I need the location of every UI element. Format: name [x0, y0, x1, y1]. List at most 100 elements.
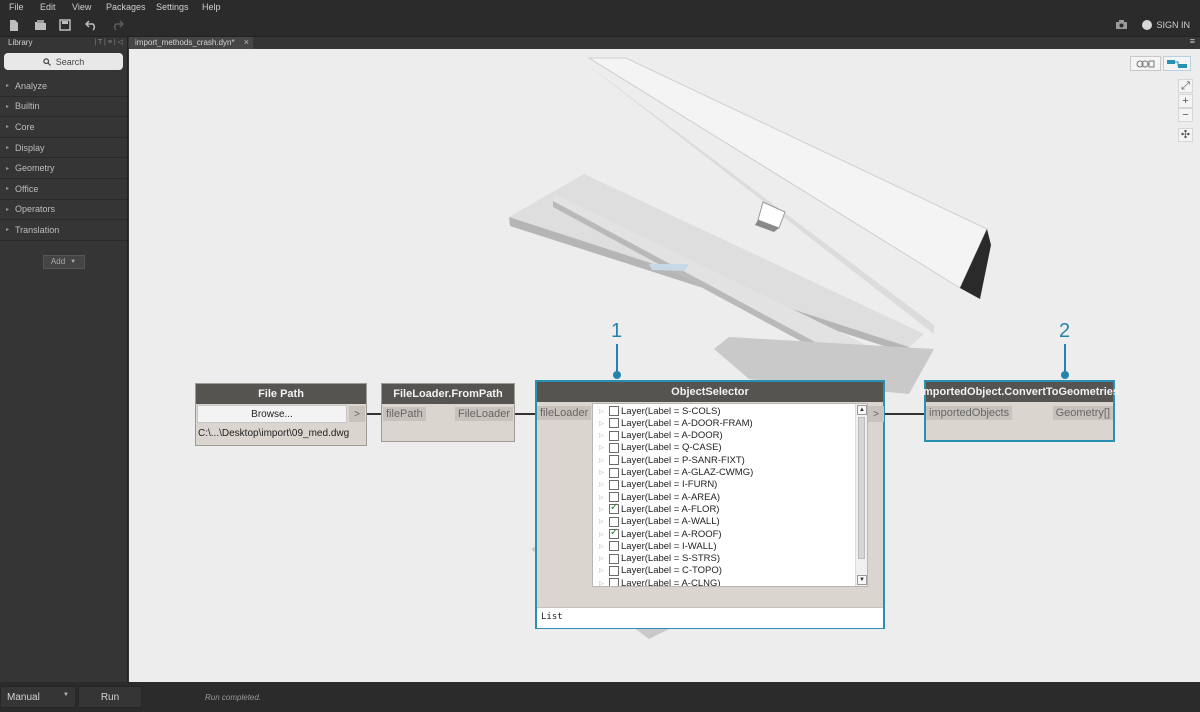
camera-icon[interactable] — [1114, 19, 1128, 33]
node-view-toggle[interactable] — [1163, 56, 1191, 71]
scroll-thumb[interactable] — [858, 417, 865, 559]
sign-in-button[interactable]: SIGN IN — [1142, 20, 1190, 30]
library-category-operators[interactable]: ▸ Operators — [0, 200, 127, 221]
browse-button[interactable]: Browse... — [197, 405, 347, 423]
layer-checkbox[interactable] — [609, 516, 619, 527]
output-port-geometry[interactable]: Geometry[] — [1052, 406, 1113, 420]
input-port-importedobjects[interactable]: importedObjects — [926, 406, 1013, 420]
layer-checkbox[interactable] — [609, 406, 619, 416]
undo-icon[interactable] — [84, 19, 98, 33]
expand-arrow-icon[interactable]: ▷ — [599, 481, 609, 488]
layer-list-item[interactable]: ▷ Layer(Label = S-STRS) — [599, 553, 720, 565]
library-search-input[interactable]: Search — [4, 53, 123, 70]
expand-arrow-icon[interactable]: ▷ — [599, 543, 609, 550]
node-fileloader-frompath[interactable]: FileLoader.FromPath filePath FileLoader — [381, 383, 515, 442]
expand-arrow-icon[interactable]: ▷ — [599, 555, 609, 562]
expand-arrow-icon[interactable]: ▷ — [599, 408, 609, 415]
zoom-to-fit-icon[interactable]: ⤢ — [1178, 79, 1193, 93]
output-port[interactable]: > — [349, 406, 365, 422]
scroll-up-icon[interactable]: ▲ — [857, 405, 867, 415]
layer-checkbox[interactable] — [609, 527, 619, 539]
layer-checkbox[interactable] — [609, 492, 619, 503]
layer-list-item[interactable]: ▷ Layer(Label = P-SANR-FIXT) — [599, 454, 745, 466]
layer-list-item[interactable]: ▷ Layer(Label = C-TOPO) — [599, 565, 722, 577]
pan-icon[interactable]: ✣ — [1178, 128, 1193, 142]
layer-checkbox[interactable] — [609, 442, 619, 453]
new-file-icon[interactable] — [7, 19, 21, 33]
expand-arrow-icon[interactable]: ▷ — [599, 531, 609, 538]
library-layout-icon[interactable]: | T | ≡ | ◁ — [94, 38, 123, 46]
node-file-path[interactable]: File Path Browse... > C:\...\Desktop\imp… — [195, 383, 367, 446]
layer-checkbox[interactable] — [609, 455, 619, 466]
expand-arrow-icon[interactable]: ▷ — [599, 580, 609, 586]
library-category-geometry[interactable]: ▸ Geometry — [0, 158, 127, 179]
layer-listbox[interactable]: ▷ Layer(Label = S-COLS) ▷ Layer(Label = A-D… — [592, 403, 868, 587]
expand-arrow-icon[interactable]: ▷ — [599, 469, 609, 476]
redo-icon[interactable] — [110, 19, 124, 33]
layer-list-item[interactable]: ▷ Layer(Label = A-GLAZ-CWMG) — [599, 467, 753, 479]
library-category-office[interactable]: ▸ Office — [0, 179, 127, 200]
library-category-builtin[interactable]: ▸ Builtin — [0, 97, 127, 118]
expand-arrow-icon[interactable]: ▷ — [599, 420, 609, 427]
layer-checkbox[interactable] — [609, 565, 619, 576]
output-port[interactable]: > — [868, 406, 884, 422]
menu-file[interactable]: File — [9, 2, 24, 12]
listbox-scrollbar[interactable]: ▲ ▼ — [855, 404, 867, 586]
expand-arrow-icon[interactable]: ▷ — [599, 518, 609, 525]
layer-list-item[interactable]: ▷ Layer(Label = I-FURN) — [599, 479, 717, 491]
layer-checkbox[interactable] — [609, 502, 619, 515]
layer-checkbox[interactable] — [609, 479, 619, 490]
save-icon[interactable] — [58, 19, 72, 33]
expand-arrow-icon[interactable]: ▷ — [599, 444, 609, 451]
library-add-button[interactable]: Add ▼ — [42, 254, 85, 269]
input-port-filepath[interactable]: filePath — [383, 407, 426, 421]
library-category-translation[interactable]: ▸ Translation — [0, 220, 127, 241]
node-preview-bubble[interactable]: List — [537, 607, 883, 628]
run-mode-dropdown[interactable]: Manual ▼ — [0, 686, 76, 708]
layer-checkbox[interactable] — [609, 430, 619, 441]
expand-arrow-icon[interactable]: ▷ — [599, 432, 609, 439]
library-category-display[interactable]: ▸ Display — [0, 138, 127, 159]
zoom-in-icon[interactable]: + — [1178, 94, 1193, 108]
layer-list-item[interactable]: ▷ Layer(Label = A-ROOF) — [599, 527, 722, 540]
expand-arrow-icon[interactable]: ▷ — [599, 506, 609, 513]
tab-menu-icon[interactable]: ≡ — [1190, 36, 1195, 46]
layer-checkbox[interactable] — [609, 578, 619, 586]
layer-list-item[interactable]: ▷ Layer(Label = A-DOOR) — [599, 430, 723, 442]
expand-arrow-icon[interactable]: ▷ — [599, 494, 609, 501]
menu-packages[interactable]: Packages — [106, 2, 146, 12]
node-convert-to-geometries[interactable]: ImportedObject.ConvertToGeometries impor… — [920, 380, 1119, 442]
input-port-fileloader[interactable]: fileLoader — [537, 406, 592, 420]
layer-list-item[interactable]: ▷ Layer(Label = A-WALL) — [599, 516, 720, 528]
menu-view[interactable]: View — [72, 2, 91, 12]
node-object-selector[interactable]: ObjectSelector fileLoader > ▷ Layer(Label… — [535, 380, 885, 629]
tab-import-methods[interactable]: import_methods_crash.dyn* × — [129, 37, 253, 49]
layer-checkbox[interactable] — [609, 467, 619, 478]
workspace-canvas[interactable]: ⤢ + − ✣ File Path Browse... > C:\...\Des… — [129, 49, 1200, 682]
scroll-down-icon[interactable]: ▼ — [857, 575, 867, 585]
open-folder-icon[interactable] — [33, 19, 47, 33]
layer-checkbox[interactable] — [609, 418, 619, 429]
layer-checkbox[interactable] — [609, 541, 619, 552]
close-icon[interactable]: × — [244, 37, 249, 47]
layer-list-item[interactable]: ▷ Layer(Label = A-CLNG) — [599, 577, 721, 586]
menu-edit[interactable]: Edit — [40, 2, 56, 12]
expand-arrow-icon[interactable]: ▷ — [599, 457, 609, 464]
menu-help[interactable]: Help — [202, 2, 221, 12]
layer-label: Layer(Label = S-STRS) — [621, 553, 720, 565]
layer-list-item[interactable]: ▷ Layer(Label = S-COLS) — [599, 405, 721, 417]
layer-list-item[interactable]: ▷ Layer(Label = I-WALL) — [599, 540, 716, 552]
menu-settings[interactable]: Settings — [156, 2, 189, 12]
layer-list-item[interactable]: ▷ Layer(Label = Q-CASE) — [599, 442, 722, 454]
layer-checkbox[interactable] — [609, 553, 619, 564]
run-button[interactable]: Run — [78, 686, 142, 708]
layer-list-item[interactable]: ▷ Layer(Label = A-AREA) — [599, 491, 720, 503]
output-port-fileloader[interactable]: FileLoader — [455, 407, 513, 421]
expand-arrow-icon[interactable]: ▷ — [599, 567, 609, 574]
zoom-out-icon[interactable]: − — [1178, 108, 1193, 122]
library-category-analyze[interactable]: ▸ Analyze — [0, 76, 127, 97]
layer-list-item[interactable]: ▷ Layer(Label = A-FLOR) — [599, 502, 719, 515]
library-category-core[interactable]: ▸ Core — [0, 117, 127, 138]
graph-view-toggle[interactable] — [1130, 56, 1161, 71]
layer-list-item[interactable]: ▷ Layer(Label = A-DOOR-FRAM) — [599, 417, 753, 429]
